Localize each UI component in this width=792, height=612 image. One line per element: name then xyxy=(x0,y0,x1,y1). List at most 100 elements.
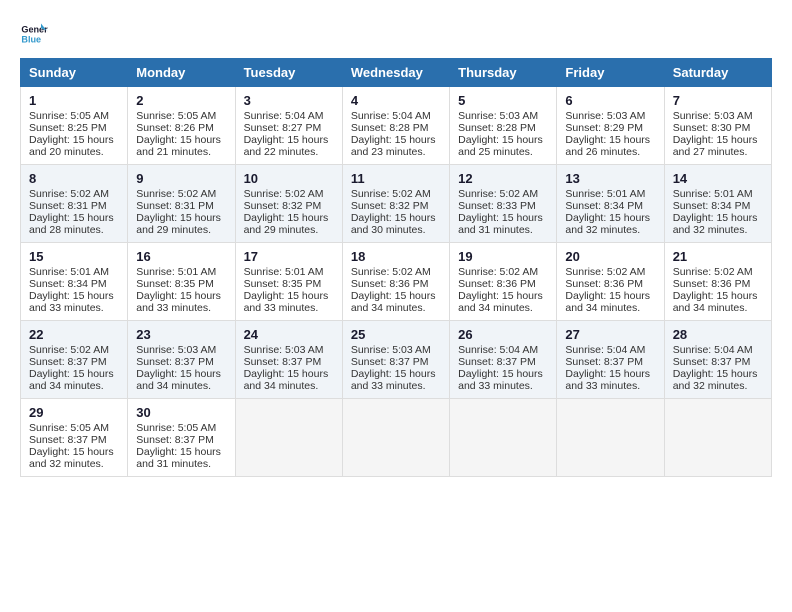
cell-text: Sunrise: 5:04 AM xyxy=(351,110,441,122)
cell-text: and 33 minutes. xyxy=(244,302,334,314)
cell-text: Daylight: 15 hours xyxy=(244,290,334,302)
calendar-cell: 10Sunrise: 5:02 AMSunset: 8:32 PMDayligh… xyxy=(235,165,342,243)
day-number: 6 xyxy=(565,93,655,108)
cell-text: and 32 minutes. xyxy=(673,224,763,236)
cell-text: and 34 minutes. xyxy=(136,380,226,392)
cell-text: Sunset: 8:37 PM xyxy=(565,356,655,368)
cell-text: Sunrise: 5:02 AM xyxy=(458,188,548,200)
day-header-tuesday: Tuesday xyxy=(235,59,342,87)
cell-text: Sunrise: 5:03 AM xyxy=(136,344,226,356)
calendar-cell: 11Sunrise: 5:02 AMSunset: 8:32 PMDayligh… xyxy=(342,165,449,243)
day-number: 4 xyxy=(351,93,441,108)
calendar-cell: 2Sunrise: 5:05 AMSunset: 8:26 PMDaylight… xyxy=(128,87,235,165)
cell-text: Daylight: 15 hours xyxy=(565,368,655,380)
calendar-cell: 16Sunrise: 5:01 AMSunset: 8:35 PMDayligh… xyxy=(128,243,235,321)
cell-text: and 33 minutes. xyxy=(136,302,226,314)
cell-text: Sunset: 8:34 PM xyxy=(565,200,655,212)
cell-text: Sunrise: 5:01 AM xyxy=(565,188,655,200)
cell-text: Daylight: 15 hours xyxy=(458,134,548,146)
cell-text: Sunset: 8:37 PM xyxy=(351,356,441,368)
cell-text: and 30 minutes. xyxy=(351,224,441,236)
day-number: 1 xyxy=(29,93,119,108)
cell-text: Daylight: 15 hours xyxy=(351,212,441,224)
cell-text: Daylight: 15 hours xyxy=(351,134,441,146)
cell-text: Sunset: 8:28 PM xyxy=(458,122,548,134)
day-header-wednesday: Wednesday xyxy=(342,59,449,87)
week-row-3: 15Sunrise: 5:01 AMSunset: 8:34 PMDayligh… xyxy=(21,243,772,321)
day-number: 15 xyxy=(29,249,119,264)
day-header-monday: Monday xyxy=(128,59,235,87)
cell-text: Daylight: 15 hours xyxy=(458,368,548,380)
cell-text: Sunset: 8:36 PM xyxy=(565,278,655,290)
cell-text: Sunset: 8:35 PM xyxy=(244,278,334,290)
cell-text: Sunrise: 5:05 AM xyxy=(29,422,119,434)
cell-text: Daylight: 15 hours xyxy=(673,290,763,302)
cell-text: Daylight: 15 hours xyxy=(458,290,548,302)
cell-text: Sunset: 8:27 PM xyxy=(244,122,334,134)
cell-text: Daylight: 15 hours xyxy=(565,134,655,146)
cell-text: and 33 minutes. xyxy=(565,380,655,392)
cell-text: Daylight: 15 hours xyxy=(565,290,655,302)
week-row-1: 1Sunrise: 5:05 AMSunset: 8:25 PMDaylight… xyxy=(21,87,772,165)
logo-icon: General Blue xyxy=(20,20,48,48)
calendar-cell: 28Sunrise: 5:04 AMSunset: 8:37 PMDayligh… xyxy=(664,321,771,399)
calendar-cell: 12Sunrise: 5:02 AMSunset: 8:33 PMDayligh… xyxy=(450,165,557,243)
day-header-thursday: Thursday xyxy=(450,59,557,87)
svg-text:General: General xyxy=(21,25,48,35)
calendar-cell: 17Sunrise: 5:01 AMSunset: 8:35 PMDayligh… xyxy=(235,243,342,321)
logo: General Blue xyxy=(20,20,52,48)
cell-text: and 28 minutes. xyxy=(29,224,119,236)
cell-text: and 26 minutes. xyxy=(565,146,655,158)
calendar-cell: 4Sunrise: 5:04 AMSunset: 8:28 PMDaylight… xyxy=(342,87,449,165)
cell-text: Daylight: 15 hours xyxy=(351,290,441,302)
day-number: 22 xyxy=(29,327,119,342)
cell-text: Daylight: 15 hours xyxy=(244,368,334,380)
cell-text: and 27 minutes. xyxy=(673,146,763,158)
day-number: 9 xyxy=(136,171,226,186)
calendar-cell xyxy=(450,399,557,477)
cell-text: Daylight: 15 hours xyxy=(136,290,226,302)
cell-text: Daylight: 15 hours xyxy=(136,212,226,224)
cell-text: Sunrise: 5:01 AM xyxy=(136,266,226,278)
cell-text: Sunset: 8:26 PM xyxy=(136,122,226,134)
day-header-friday: Friday xyxy=(557,59,664,87)
cell-text: Sunset: 8:31 PM xyxy=(136,200,226,212)
page-header: General Blue xyxy=(20,20,772,48)
cell-text: and 34 minutes. xyxy=(673,302,763,314)
day-number: 7 xyxy=(673,93,763,108)
cell-text: Sunrise: 5:02 AM xyxy=(673,266,763,278)
day-number: 29 xyxy=(29,405,119,420)
cell-text: Sunset: 8:36 PM xyxy=(673,278,763,290)
cell-text: Sunrise: 5:02 AM xyxy=(351,188,441,200)
cell-text: Sunset: 8:36 PM xyxy=(351,278,441,290)
cell-text: Sunrise: 5:02 AM xyxy=(565,266,655,278)
cell-text: and 33 minutes. xyxy=(351,380,441,392)
week-row-4: 22Sunrise: 5:02 AMSunset: 8:37 PMDayligh… xyxy=(21,321,772,399)
cell-text: Sunrise: 5:02 AM xyxy=(29,188,119,200)
cell-text: and 32 minutes. xyxy=(29,458,119,470)
calendar-cell: 8Sunrise: 5:02 AMSunset: 8:31 PMDaylight… xyxy=(21,165,128,243)
cell-text: Sunset: 8:30 PM xyxy=(673,122,763,134)
svg-text:Blue: Blue xyxy=(21,34,41,44)
cell-text: Sunrise: 5:01 AM xyxy=(673,188,763,200)
calendar-cell xyxy=(342,399,449,477)
cell-text: Daylight: 15 hours xyxy=(136,446,226,458)
calendar-cell: 22Sunrise: 5:02 AMSunset: 8:37 PMDayligh… xyxy=(21,321,128,399)
cell-text: and 34 minutes. xyxy=(458,302,548,314)
day-number: 10 xyxy=(244,171,334,186)
calendar-cell: 6Sunrise: 5:03 AMSunset: 8:29 PMDaylight… xyxy=(557,87,664,165)
cell-text: and 32 minutes. xyxy=(565,224,655,236)
cell-text: and 29 minutes. xyxy=(244,224,334,236)
calendar-cell: 5Sunrise: 5:03 AMSunset: 8:28 PMDaylight… xyxy=(450,87,557,165)
cell-text: Daylight: 15 hours xyxy=(29,290,119,302)
calendar-cell: 23Sunrise: 5:03 AMSunset: 8:37 PMDayligh… xyxy=(128,321,235,399)
day-number: 28 xyxy=(673,327,763,342)
cell-text: Sunrise: 5:05 AM xyxy=(136,110,226,122)
cell-text: Sunset: 8:32 PM xyxy=(244,200,334,212)
day-header-saturday: Saturday xyxy=(664,59,771,87)
cell-text: Daylight: 15 hours xyxy=(244,212,334,224)
calendar-cell: 18Sunrise: 5:02 AMSunset: 8:36 PMDayligh… xyxy=(342,243,449,321)
calendar-cell: 15Sunrise: 5:01 AMSunset: 8:34 PMDayligh… xyxy=(21,243,128,321)
cell-text: Sunset: 8:37 PM xyxy=(244,356,334,368)
cell-text: Sunrise: 5:04 AM xyxy=(673,344,763,356)
